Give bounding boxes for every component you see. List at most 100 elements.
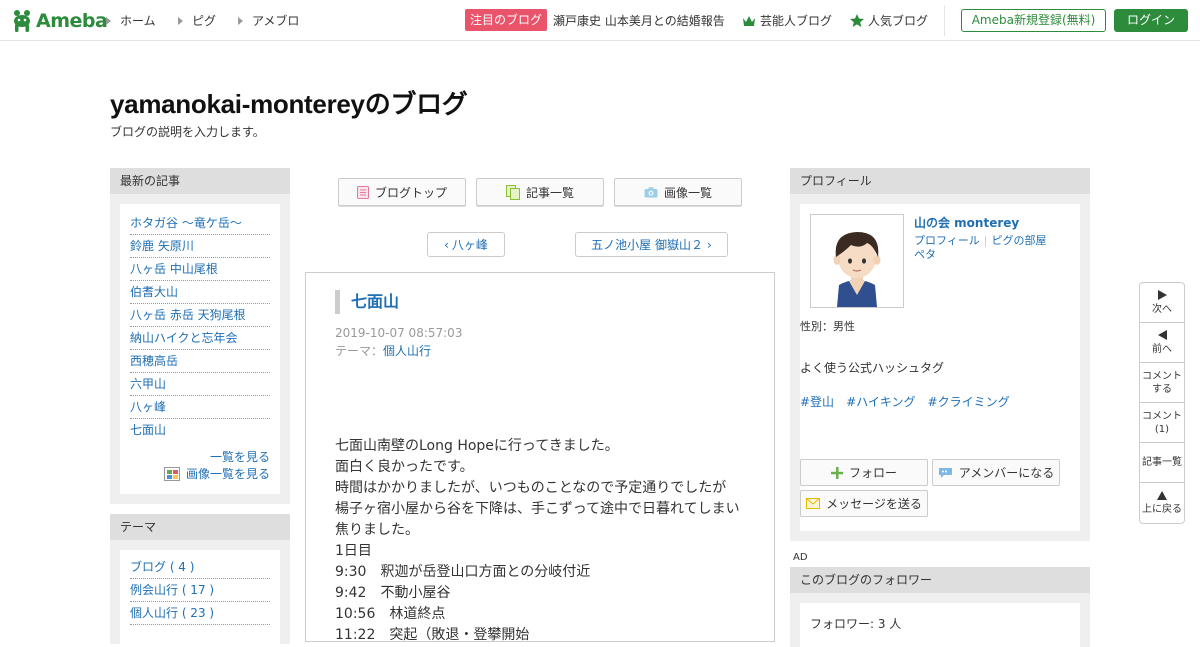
article-line: 楊子ヶ宿小屋から谷を下降は、手こずって途中で日暮れてしまい <box>335 501 740 517</box>
celeb-blog-label: 芸能人ブログ <box>760 14 833 28</box>
float-comments-count-button[interactable]: コメント (1) <box>1140 403 1184 443</box>
blog-description: ブログの説明を入力します。 <box>110 125 265 139</box>
article-line: 1日目 <box>335 543 372 559</box>
prev-entry-button[interactable]: ‹ 八ヶ峰 <box>427 232 505 257</box>
article-body: 七面山南壁のLong Hopeに行ってきました。 面白く良かったです。 時間はか… <box>335 436 755 646</box>
avatar-image <box>833 232 881 307</box>
see-images-label: 画像一覧を見る <box>185 467 270 481</box>
recent-entry-link[interactable]: 七面山 <box>130 419 270 442</box>
followers-count: フォロワー: 3 人 <box>810 617 902 631</box>
float-next-button[interactable]: 次へ <box>1140 283 1184 323</box>
amember-button[interactable]: アメンバーになる <box>932 459 1060 486</box>
theme-link[interactable]: ブログ ( 4 ) <box>130 556 270 579</box>
blog-title[interactable]: yamanokai-montereyのブログ <box>110 84 468 121</box>
image-list-label: 画像一覧 <box>663 185 712 200</box>
blog-top-label: ブログトップ <box>374 185 447 200</box>
pig-room-link[interactable]: ピグの部屋 <box>992 234 1047 247</box>
follow-button[interactable]: フォロー <box>800 459 928 486</box>
follow-label: フォロー <box>848 466 897 480</box>
recent-entry-link[interactable]: ホタガ谷 ～竜ケ岳～ <box>130 212 270 235</box>
blog-top-button[interactable]: ブログトップ <box>338 178 466 206</box>
hashtag-link[interactable]: #クライミング <box>928 395 1010 409</box>
ameba-logo-icon <box>11 9 33 33</box>
ameba-logo[interactable]: Ameba <box>11 8 108 34</box>
register-button[interactable]: Ameba新規登録(無料) <box>961 9 1106 32</box>
envelope-icon <box>806 498 821 509</box>
recent-entry-link[interactable]: 西穂高岳 <box>130 350 270 373</box>
article-date: 2019-10-07 08:57:03 <box>335 326 463 340</box>
global-header: Ameba ホーム ピグ アメブロ 注目のブログ 瀬戸康史 山本美月との結婚報告… <box>0 0 1200 41</box>
image-list-button[interactable]: 画像一覧 <box>614 178 742 206</box>
recent-entries-list: ホタガ谷 ～竜ケ岳～ 鈴鹿 矢原川 八ヶ岳 中山尾根 伯耆大山 八ヶ岳 赤岳 天… <box>130 212 270 442</box>
celeb-blog-link[interactable]: 芸能人ブログ <box>742 12 832 29</box>
article-line: 10:56 林道終点 <box>335 606 446 622</box>
article-line: 9:42 不動小屋谷 <box>335 585 451 601</box>
article-line: 11:22 突起（敗退・登攀開始 <box>335 627 530 643</box>
document-icon <box>356 185 369 199</box>
hashtag-link[interactable]: #登山 <box>800 395 834 409</box>
nav-pig[interactable]: ピグ <box>178 12 216 29</box>
followers-box: このブログのフォロワー フォロワー: 3 人 <box>790 567 1090 647</box>
triangle-up-icon <box>1157 490 1167 500</box>
ad-label: AD <box>793 552 808 563</box>
nav-ameblo[interactable]: アメブロ <box>238 12 299 29</box>
profile-gender: 性別：男性 <box>800 320 855 333</box>
recent-entries-header: 最新の記事 <box>110 168 290 194</box>
recent-entry-link[interactable]: 六甲山 <box>130 373 270 396</box>
hashtag-link[interactable]: #ハイキング <box>846 395 915 409</box>
plus-icon <box>830 466 843 479</box>
see-images-link[interactable]: 画像一覧を見る <box>130 465 270 482</box>
login-button[interactable]: ログイン <box>1114 9 1188 32</box>
theme-box: テーマ ブログ ( 4 ) 例会山行 ( 17 ) 個人山行 ( 23 ) <box>110 514 290 644</box>
article-theme-link[interactable]: 個人山行 <box>383 344 431 358</box>
float-comment-label-2: する <box>1152 383 1172 395</box>
article-theme: テーマ：個人山行 <box>335 342 431 359</box>
next-entry-label: 五ノ池小屋 御嶽山２ <box>591 238 703 252</box>
image-list-icon <box>163 466 180 481</box>
camera-icon <box>644 186 658 197</box>
profile-header: プロフィール <box>790 168 1090 194</box>
ameba-logo-text: Ameba <box>36 10 108 32</box>
nav-home[interactable]: ホーム <box>106 12 156 29</box>
featured-blog-badge: 注目のブログ <box>465 9 548 31</box>
article-title[interactable]: 七面山 <box>335 290 399 314</box>
article-theme-label: テーマ： <box>335 344 384 358</box>
avatar[interactable] <box>810 214 904 308</box>
recent-entry-link[interactable]: 八ヶ岳 赤岳 天狗尾根 <box>130 304 270 327</box>
profile-name-link[interactable]: 山の会 monterey <box>914 214 1019 231</box>
triangle-right-icon <box>238 16 243 25</box>
followers-body: フォロワー: 3 人 <box>800 603 1080 647</box>
recent-entry-link[interactable]: 納山ハイクと忘年会 <box>130 327 270 350</box>
article-line: 時間はかかりましたが、いつものことなので予定通りでしたが <box>335 480 727 496</box>
peta-link[interactable]: ペタ <box>914 248 936 261</box>
profile-body: 山の会 monterey プロフィール | ピグの部屋 ペタ 性別：男性 よく使う公… <box>800 204 1080 531</box>
float-prev-label: 前へ <box>1152 343 1172 355</box>
float-entry-list-button[interactable]: 記事一覧 <box>1140 443 1184 483</box>
send-message-label: メッセージを送る <box>826 497 922 511</box>
float-comments-label-2: (1) <box>1154 423 1170 435</box>
entry-list-button[interactable]: 記事一覧 <box>476 178 604 206</box>
recent-entry-link[interactable]: 八ヶ岳 中山尾根 <box>130 258 270 281</box>
float-comment-button[interactable]: コメント する <box>1140 363 1184 403</box>
chevron-right-icon: › <box>707 237 712 252</box>
play-right-icon <box>1157 289 1167 300</box>
chevron-left-icon: ‹ <box>444 237 449 252</box>
article-line: 9:30 釈迦が岳登山口方面との分岐付近 <box>335 564 591 580</box>
documents-icon <box>505 184 520 200</box>
recent-entry-link[interactable]: 鈴鹿 矢原川 <box>130 235 270 258</box>
profile-link[interactable]: プロフィール <box>914 234 980 247</box>
theme-list: ブログ ( 4 ) 例会山行 ( 17 ) 個人山行 ( 23 ) <box>130 556 270 625</box>
recent-entry-link[interactable]: 伯耆大山 <box>130 281 270 304</box>
see-all-link[interactable]: 一覧を見る <box>130 448 270 465</box>
featured-headline-link[interactable]: 瀬戸康史 山本美月との結婚報告 <box>553 12 725 29</box>
float-prev-button[interactable]: 前へ <box>1140 323 1184 363</box>
theme-link[interactable]: 個人山行 ( 23 ) <box>130 602 270 625</box>
theme-link[interactable]: 例会山行 ( 17 ) <box>130 579 270 602</box>
recent-entry-link[interactable]: 八ヶ峰 <box>130 396 270 419</box>
next-entry-button[interactable]: 五ノ池小屋 御嶽山２ › <box>575 232 728 257</box>
float-back-to-top-button[interactable]: 上に戻る <box>1140 483 1184 523</box>
send-message-button[interactable]: メッセージを送る <box>800 490 928 517</box>
nav-pig-label: ピグ <box>192 14 217 28</box>
article-line: 焦りました。 <box>335 522 419 538</box>
popular-blog-link[interactable]: 人気ブログ <box>850 12 928 29</box>
